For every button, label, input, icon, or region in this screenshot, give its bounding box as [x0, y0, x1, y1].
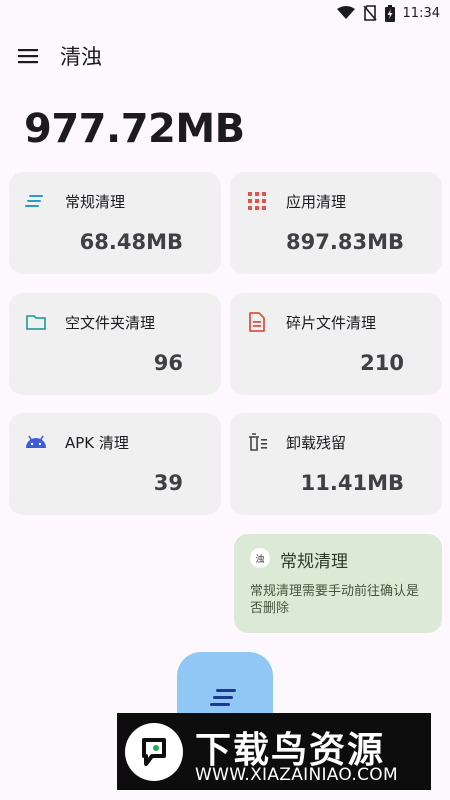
tip-body: 常规清理需要手动前往确认是否删除 — [250, 584, 420, 616]
app-title: 清浊 — [60, 45, 102, 69]
card-app-clean[interactable]: 应用清理 897.83MB — [230, 172, 442, 274]
clean-lines-icon — [210, 687, 240, 713]
card-label: 常规清理 — [65, 193, 126, 211]
total-size: 977.72MB — [24, 106, 245, 152]
card-value: 897.83MB — [286, 230, 404, 254]
card-label: 卸载残留 — [286, 434, 347, 452]
card-label: 碎片文件清理 — [286, 314, 377, 332]
android-icon — [25, 431, 47, 453]
watermark-url: WWW.XIAZAINIAO.COM — [195, 765, 398, 785]
tip-title: 常规清理 — [280, 552, 348, 572]
tip-popup: 浊 常规清理 常规清理需要手动前往确认是否删除 — [234, 534, 442, 633]
card-label: APK 清理 — [65, 434, 129, 452]
clock: 11:34 — [402, 5, 440, 21]
sim-off-icon — [362, 5, 377, 21]
card-value: 39 — [153, 471, 183, 495]
card-empty-folder-clean[interactable]: 空文件夹清理 96 — [9, 293, 221, 395]
card-label: 空文件夹清理 — [65, 314, 156, 332]
card-fragment-file-clean[interactable]: 碎片文件清理 210 — [230, 293, 442, 395]
app-bar: 清浊 — [0, 34, 450, 78]
wifi-icon — [336, 6, 355, 20]
bird-logo-icon — [125, 723, 183, 781]
card-uninstall-residue-clean[interactable]: 卸载残留 11.41MB — [230, 413, 442, 515]
card-label: 应用清理 — [286, 193, 347, 211]
card-apk-clean[interactable]: APK 清理 39 — [9, 413, 221, 515]
card-value: 96 — [153, 351, 183, 375]
card-value: 11.41MB — [300, 471, 404, 495]
card-regular-clean[interactable]: 常规清理 68.48MB — [9, 172, 221, 274]
status-bar: 11:34 — [0, 0, 450, 26]
battery-charging-icon — [384, 4, 395, 22]
list-lines-icon — [25, 190, 47, 212]
document-icon — [246, 311, 268, 333]
app-grid-icon — [246, 190, 268, 212]
card-value: 210 — [360, 351, 404, 375]
folder-icon — [25, 311, 47, 333]
watermark-banner: 下载鸟资源 WWW.XIAZAINIAO.COM — [117, 713, 431, 790]
card-value: 68.48MB — [79, 230, 183, 254]
uninstall-trash-icon — [246, 431, 268, 453]
app-logo-icon: 浊 — [250, 548, 270, 568]
hamburger-menu-icon[interactable] — [0, 34, 56, 78]
